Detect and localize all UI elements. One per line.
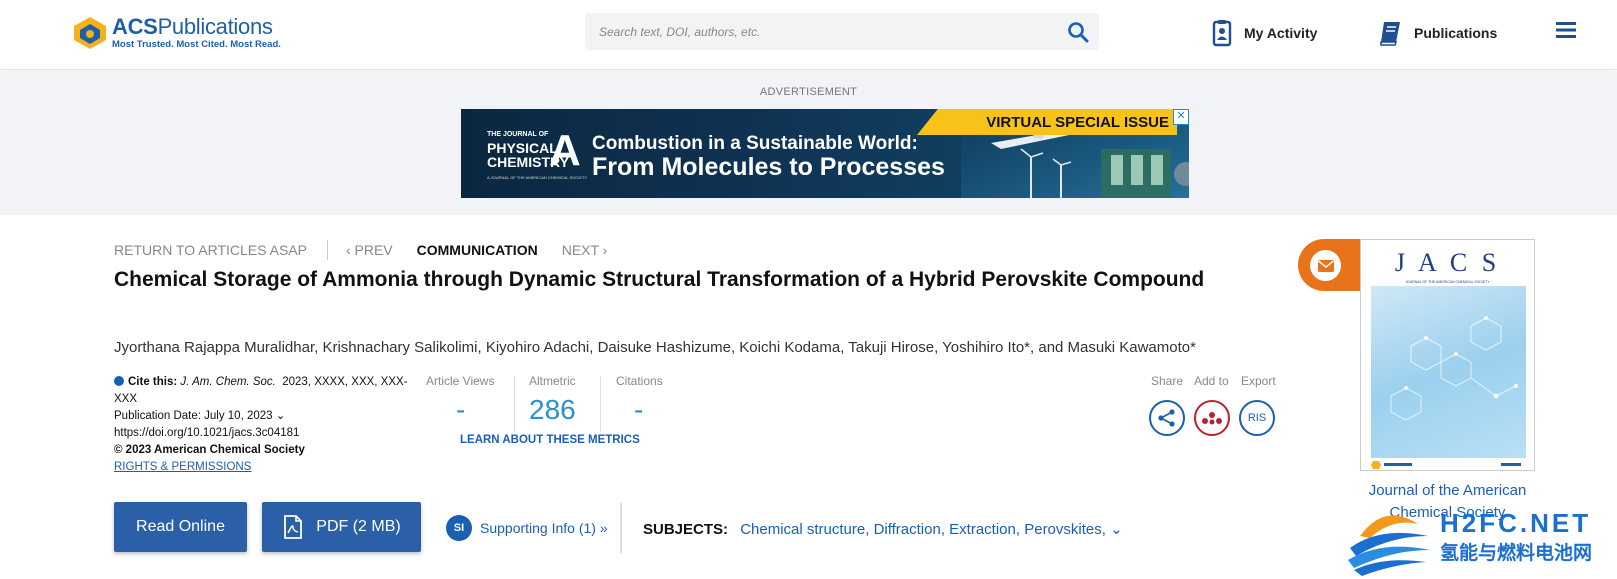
subjects-label: SUBJECTS: (643, 521, 729, 538)
subject-link[interactable]: Extraction, (949, 521, 1020, 538)
search-icon[interactable] (1067, 21, 1089, 43)
ad-banner[interactable]: THE JOURNAL OF PHYSICAL CHEMISTRY A A JOU… (461, 109, 1189, 198)
add-to-label: Add to (1194, 374, 1229, 388)
acs-hexagon-icon (74, 17, 106, 49)
share-button[interactable] (1149, 400, 1185, 436)
article-tools: Share Add to Export RIS (1143, 374, 1283, 444)
acs-logo[interactable]: ACSPublications Most Trusted. Most Cited… (72, 14, 282, 54)
supporting-info-link[interactable]: SI Supporting Info (1) » (446, 515, 608, 541)
molecule-pattern-icon (1390, 316, 1518, 421)
ad-journal-small: THE JOURNAL OF (487, 131, 549, 138)
doi-link[interactable]: https://doi.org/10.1021/jacs.3c04181 (114, 425, 414, 442)
metric-citations: Citations - (616, 374, 663, 430)
add-to-button[interactable] (1194, 400, 1230, 436)
cover-artwork (1371, 286, 1526, 458)
export-ris-button[interactable]: RIS (1239, 400, 1275, 436)
citations-label: Citations (616, 374, 663, 388)
altmetric-label: Altmetric (529, 374, 576, 388)
metric-divider (514, 376, 515, 432)
search-bar (585, 13, 1099, 50)
learn-metrics-link[interactable]: LEARN ABOUT THESE METRICS (460, 434, 640, 446)
ad-journal-letter: A (549, 126, 581, 175)
citation-block: Cite this: J. Am. Chem. Soc. 2023, XXXX,… (114, 374, 414, 476)
altmetric-value: 286 (529, 394, 576, 425)
logo-tagline: Most Trusted. Most Cited. Most Read. (112, 39, 281, 50)
ad-tag: VIRTUAL SPECIAL ISSUE (917, 109, 1177, 135)
metric-altmetric[interactable]: Altmetric 286 (529, 374, 576, 430)
metric-article-views: Article Views - (426, 374, 494, 430)
publications-link[interactable]: Publications (1378, 18, 1497, 48)
ad-tag-text: VIRTUAL SPECIAL ISSUE (986, 114, 1169, 131)
ad-headline-1: Combustion in a Sustainable World: (592, 133, 918, 154)
subject-link[interactable]: Perovskites, (1024, 521, 1106, 538)
cite-ref: 2023, XXXX, XXX, XXX- (282, 376, 408, 388)
chevron-down-icon[interactable]: ⌄ (1110, 521, 1123, 538)
ad-journal-logo: THE JOURNAL OF PHYSICAL CHEMISTRY A A JOU… (485, 126, 588, 184)
next-link[interactable]: NEXT › (562, 242, 608, 258)
logo-title: ACSPublications (112, 14, 273, 39)
subject-link[interactable]: Diffraction, (874, 521, 945, 538)
check-icon (114, 376, 124, 386)
article-type: COMMUNICATION (416, 242, 538, 258)
publication-date[interactable]: Publication Date: July 10, 2023 ⌄ (114, 408, 414, 425)
hamburger-menu-icon[interactable] (1555, 20, 1577, 40)
advertisement-area: ADVERTISEMENT THE JOURNAL OF PHYSICAL CHE… (0, 71, 1617, 215)
return-to-asap-link[interactable]: RETURN TO ARTICLES ASAP (114, 242, 307, 258)
ad-journal-tiny: A JOURNAL OF THE AMERICAN CHEMICAL SOCIE… (487, 175, 588, 180)
prev-link[interactable]: ‹ PREV (346, 242, 393, 258)
watermark-logo-icon (1348, 515, 1430, 576)
advertisement-label: ADVERTISEMENT (759, 86, 858, 98)
site-header: ACSPublications Most Trusted. Most Cited… (0, 0, 1617, 70)
ad-headline-2: From Molecules to Processes (592, 153, 945, 181)
si-badge-icon: SI (446, 515, 472, 541)
chevron-down-icon: ⌄ (275, 410, 286, 422)
cover-publisher-mark (1371, 461, 1521, 469)
actions-divider (620, 503, 622, 553)
share-icon (1158, 409, 1175, 427)
site-watermark: H2FC.NET 氢能与燃料电池网 (1340, 500, 1617, 579)
envelope-icon (1317, 259, 1334, 272)
pdf-button[interactable]: PDF (2 MB) (262, 502, 421, 552)
search-input[interactable] (585, 13, 1055, 50)
cite-journal: J. Am. Chem. Soc. (180, 376, 276, 388)
export-label: Export (1241, 374, 1276, 388)
read-online-button[interactable]: Read Online (114, 502, 247, 552)
copyright: © 2023 American Chemical Society (114, 444, 305, 456)
article-views-label: Article Views (426, 374, 495, 388)
subjects-list: SUBJECTS: Chemical structure, Diffractio… (643, 520, 1123, 538)
email-icon-circle (1310, 250, 1341, 281)
article-views-value: - (456, 394, 466, 425)
citations-value: - (634, 394, 644, 425)
publications-label: Publications (1414, 25, 1498, 41)
ad-close-icon[interactable]: ✕ (1173, 109, 1189, 125)
article-authors: Jyorthana Rajappa Muralidhar, Krishnacha… (114, 339, 1196, 356)
article-metrics: Article Views - Altmetric 286 Citations … (426, 374, 676, 454)
clipboard-user-icon (1212, 20, 1232, 47)
cover-subtitle: JOURNAL OF THE AMERICAN CHEMICAL SOCIETY (1405, 280, 1490, 284)
mendeley-icon (1202, 412, 1222, 425)
pdf-icon (284, 515, 303, 539)
cover-title: J A C S (1394, 248, 1501, 277)
book-icon (1380, 22, 1400, 46)
supporting-info-label: Supporting Info (1) » (480, 520, 608, 536)
watermark-cn: 氢能与燃料电池网 (1440, 543, 1593, 564)
journal-cover[interactable]: J A C S JOURNAL OF THE AMERICAN CHEMICAL… (1360, 239, 1535, 471)
rights-permissions-link[interactable]: RIGHTS & PERMISSIONS (114, 461, 251, 473)
article-nav: RETURN TO ARTICLES ASAP ‹ PREV COMMUNICA… (114, 240, 607, 260)
subject-link[interactable]: Chemical structure, (740, 521, 869, 538)
metric-divider (600, 376, 601, 432)
email-alert-tab[interactable] (1298, 239, 1362, 291)
my-activity-link[interactable]: My Activity (1212, 18, 1317, 48)
pdf-label: PDF (2 MB) (316, 518, 401, 535)
watermark-en: H2FC.NET (1440, 508, 1592, 538)
cite-ref-cont: XXX (114, 393, 138, 405)
share-label: Share (1151, 374, 1184, 388)
my-activity-label: My Activity (1244, 25, 1318, 41)
article-title: Chemical Storage of Ammonia through Dyna… (114, 268, 1205, 291)
cite-label: Cite this: (128, 376, 178, 388)
nav-divider (326, 240, 328, 260)
cite-line: Cite this: J. Am. Chem. Soc. 2023, XXXX,… (114, 374, 414, 391)
